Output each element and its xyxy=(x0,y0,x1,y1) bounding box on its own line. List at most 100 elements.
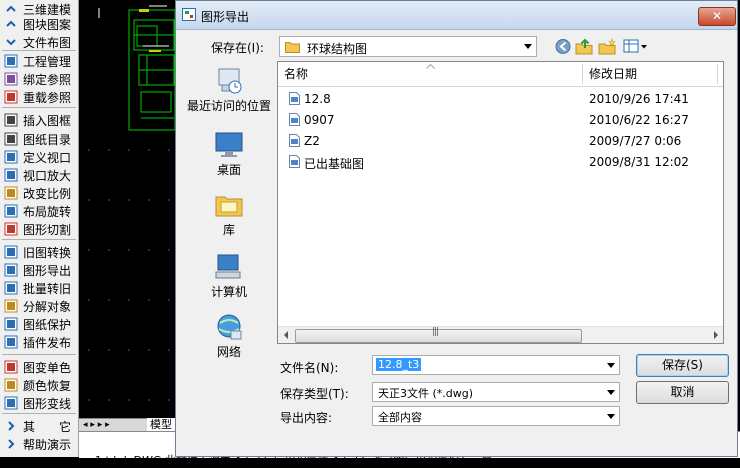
palette-item-label: 插件发布 xyxy=(23,335,72,350)
cad-drawing-area[interactable] xyxy=(79,0,179,418)
palette-item[interactable]: 文件布图 xyxy=(0,33,78,51)
palette-item[interactable]: 图块图案 xyxy=(0,15,78,33)
file-row[interactable]: 12.82010/9/26 17:41D xyxy=(278,88,723,110)
palette-item[interactable]: 图纸目录 xyxy=(0,130,78,148)
horizontal-scrollbar[interactable]: ||| xyxy=(278,326,723,343)
dwg-file-icon xyxy=(289,113,300,126)
chevron-down-icon[interactable] xyxy=(607,363,615,368)
bind-xref-icon xyxy=(4,72,18,86)
palette-separator xyxy=(2,413,76,414)
palette-item[interactable]: 图变单色 xyxy=(0,358,78,376)
palette-item[interactable]: 图形变线 xyxy=(0,394,78,412)
project-icon xyxy=(4,54,18,68)
explode-icon xyxy=(4,299,18,313)
place-label: 最近访问的位置 xyxy=(186,99,271,113)
palette-item-label: 图形导出 xyxy=(23,263,72,278)
tab-nav-arrows[interactable]: ◂ ▸ ▸ ▸ xyxy=(83,419,110,431)
save-button[interactable]: 保存(S) xyxy=(636,354,729,377)
reload-xref-icon xyxy=(4,90,18,104)
filename-field[interactable]: 12.8_t3 xyxy=(372,355,620,375)
column-name-header[interactable]: 名称 xyxy=(284,62,308,86)
palette-item[interactable]: 批量转旧 xyxy=(0,279,78,297)
palette-item[interactable]: 布局旋转 xyxy=(0,202,78,220)
palette-item-label: 帮助演示 xyxy=(23,437,72,452)
save-in-dropdown[interactable]: 环球结构图 xyxy=(279,36,537,57)
palette-item[interactable]: 帮助演示 xyxy=(0,435,78,453)
insert-frame-icon xyxy=(4,113,18,127)
file-row[interactable]: 09072010/6/22 16:27D xyxy=(278,109,723,131)
palette-item[interactable]: 重载参照 xyxy=(0,88,78,106)
drawing-index-icon xyxy=(4,132,18,146)
file-row[interactable]: Z22009/7/27 0:06D xyxy=(278,130,723,152)
dialog-titlebar[interactable]: 图形导出 ✕ xyxy=(176,1,737,30)
place-libraries[interactable]: 库 xyxy=(181,189,277,238)
export-dialog: 图形导出 ✕ 保存在(I): 环球结构图 最近访问的位置 桌面库计算机 网络 名称 xyxy=(175,0,738,457)
export-content-dropdown[interactable]: 全部内容 xyxy=(372,406,620,426)
tool-palette: 三维建模 图块图案 文件布图 工程管理 绑定参照 重载参照 插入图框 图纸目录 定义视口 视口放大… xyxy=(0,0,79,457)
file-row[interactable]: 已出基础图2009/8/31 12:02D xyxy=(278,151,723,173)
place-recent-places[interactable]: 最近访问的位置 xyxy=(181,65,277,114)
place-desktop[interactable]: 桌面 xyxy=(181,129,277,178)
save-in-value: 环球结构图 xyxy=(307,42,368,56)
file-name: Z2 xyxy=(304,134,320,148)
change-scale-icon xyxy=(4,186,18,200)
up-folder-icon[interactable] xyxy=(574,37,594,56)
palette-item[interactable]: 颜色恢复 xyxy=(0,376,78,394)
layout-tabs: ◂ ▸ ▸ ▸ 模型 xyxy=(79,418,179,432)
close-icon: ✕ xyxy=(711,9,723,23)
scroll-thumb[interactable]: ||| xyxy=(295,327,582,343)
palette-item-label: 分解对象 xyxy=(23,299,72,314)
palette-item[interactable]: 视口放大 xyxy=(0,166,78,184)
place-computer[interactable]: 计算机 xyxy=(181,251,277,300)
file-date: 2009/7/27 0:06 xyxy=(589,134,682,148)
palette-item-label: 定义视口 xyxy=(23,150,72,165)
filename-value: 12.8_t3 xyxy=(376,358,422,371)
file-list[interactable]: 名称 修改日期 类 12.82010/9/26 17:41D09072010/6… xyxy=(277,61,724,344)
palette-item[interactable]: 插件发布 xyxy=(0,333,78,351)
palette-item-label: 图形变线 xyxy=(23,396,72,411)
chevron-down-icon[interactable] xyxy=(607,390,615,395)
scroll-left-arrow-icon[interactable] xyxy=(284,331,288,339)
plugin-publish-icon xyxy=(4,335,18,349)
column-divider[interactable] xyxy=(582,64,583,84)
tab-model[interactable]: 模型 xyxy=(147,418,175,431)
scroll-right-arrow-icon[interactable] xyxy=(714,331,718,339)
export-content-value: 全部内容 xyxy=(378,411,422,424)
dialog-title: 图形导出 xyxy=(201,10,250,24)
to-lines-icon xyxy=(4,396,18,410)
export-content-label: 导出内容: xyxy=(280,411,333,425)
column-divider[interactable] xyxy=(717,64,718,84)
view-menu-icon[interactable] xyxy=(622,37,650,56)
filetype-label: 保存类型(T): xyxy=(280,387,349,401)
palette-item[interactable]: 图纸保护 xyxy=(0,315,78,333)
palette-item[interactable]: 插入图框 xyxy=(0,111,78,129)
recent-places-icon xyxy=(218,68,242,94)
file-name: 已出基础图 xyxy=(304,157,365,171)
palette-separator xyxy=(2,50,76,51)
palette-item[interactable]: 图形切割 xyxy=(0,220,78,238)
chevron-up-icon xyxy=(6,20,16,27)
cancel-button[interactable]: 取消 xyxy=(636,381,729,404)
place-network[interactable]: 网络 xyxy=(181,311,277,360)
dialog-app-icon xyxy=(182,8,196,21)
palette-item-label: 布局旋转 xyxy=(23,204,72,219)
palette-item[interactable]: 工程管理 xyxy=(0,52,78,70)
palette-item[interactable]: 其 它 xyxy=(0,417,78,435)
palette-item[interactable]: 绑定参照 xyxy=(0,70,78,88)
chevron-down-icon[interactable] xyxy=(607,414,615,419)
palette-item[interactable]: 旧图转换 xyxy=(0,243,78,261)
chevron-down-icon[interactable] xyxy=(524,44,532,49)
save-button-label: 保存(S) xyxy=(662,358,703,372)
palette-item-label: 颜色恢复 xyxy=(23,378,72,393)
new-folder-icon[interactable] xyxy=(597,37,617,56)
folder-icon xyxy=(285,42,300,53)
palette-item[interactable]: 改变比例 xyxy=(0,184,78,202)
palette-item[interactable]: 图形导出 xyxy=(0,261,78,279)
back-icon[interactable] xyxy=(553,37,573,56)
palette-item[interactable]: 分解对象 xyxy=(0,297,78,315)
column-date-header[interactable]: 修改日期 xyxy=(589,62,637,86)
filetype-dropdown[interactable]: 天正3文件 (*.dwg) xyxy=(372,382,620,402)
close-button[interactable]: ✕ xyxy=(698,7,736,26)
dwg-file-icon xyxy=(289,155,300,168)
palette-item[interactable]: 定义视口 xyxy=(0,148,78,166)
